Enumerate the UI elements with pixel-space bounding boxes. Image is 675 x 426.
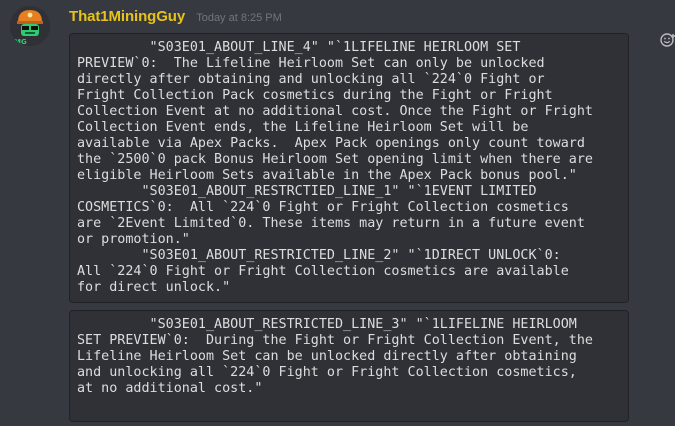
add-reaction-icon[interactable] (660, 32, 675, 48)
code-block: "S03E01_ABOUT_LINE_4" "`1LIFELINE HEIRLO… (69, 33, 629, 303)
avatar[interactable]: MG (10, 6, 50, 46)
message-timestamp: Today at 8:25 PM (196, 12, 282, 24)
author-name[interactable]: That1MiningGuy (69, 8, 185, 25)
message-header: That1MiningGuy Today at 8:25 PM (69, 6, 282, 25)
svg-text:MG: MG (14, 38, 27, 46)
smiley-plus-icon (660, 33, 675, 47)
code-block: "S03E01_ABOUT_RESTRICTED_LINE_3" "`1LIFE… (69, 310, 629, 422)
miner-avatar-icon: MG (10, 6, 50, 46)
